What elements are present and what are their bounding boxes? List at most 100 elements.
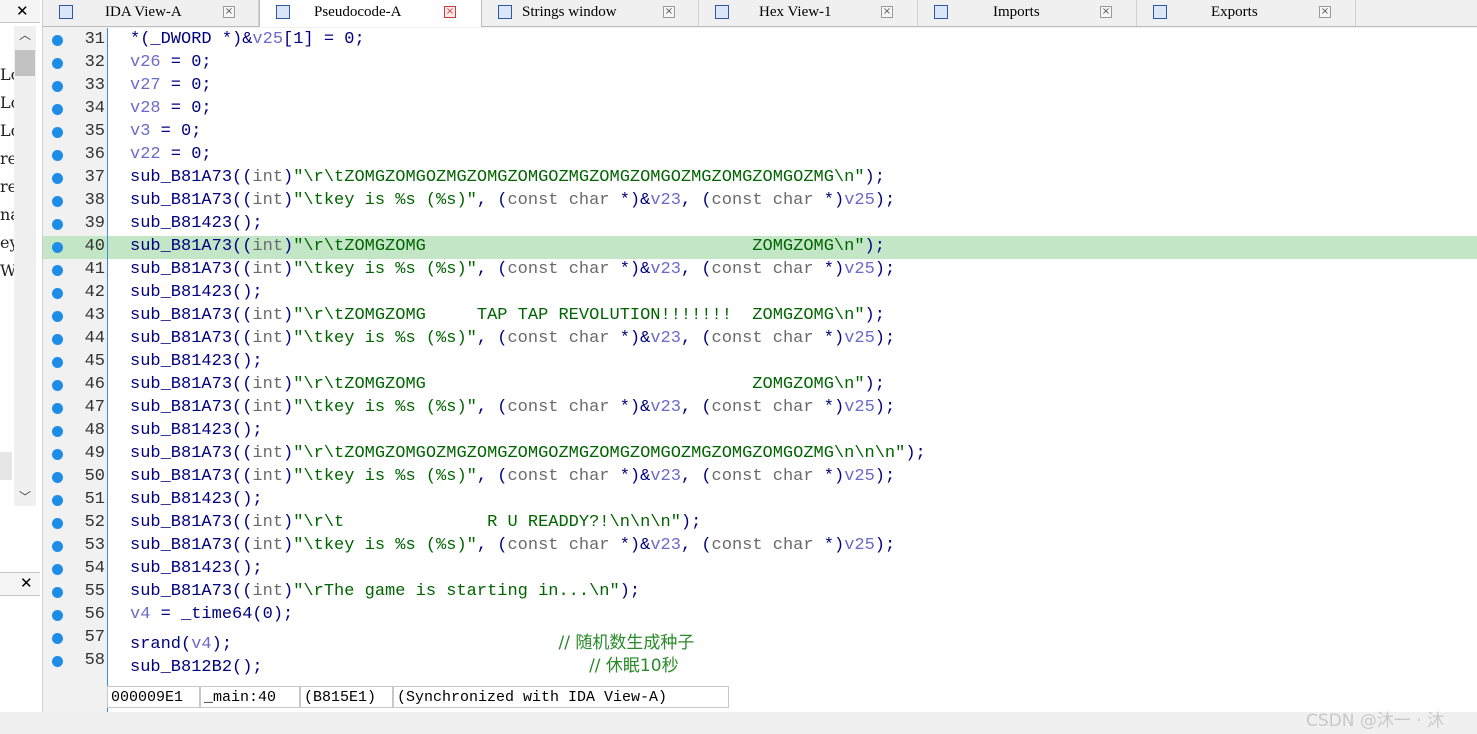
code-line[interactable]: 50 sub_B81A73((int)"\tkey is %s (%s)", (c… xyxy=(43,466,1477,489)
left-panel-item[interactable]: na xyxy=(0,205,14,224)
code-content[interactable]: sub_B81A73((int)"\tkey is %s (%s)", (con… xyxy=(130,398,895,417)
code-content[interactable]: v3 = 0; xyxy=(130,122,201,141)
tab-close-icon[interactable]: × xyxy=(223,6,235,18)
tab-exports[interactable]: Exports × xyxy=(1137,0,1356,26)
breakpoint-dot-icon[interactable] xyxy=(52,127,63,138)
breakpoint-dot-icon[interactable] xyxy=(52,426,63,437)
breakpoint-dot-icon[interactable] xyxy=(52,495,63,506)
breakpoint-dot-icon[interactable] xyxy=(52,150,63,161)
code-content[interactable]: *(_DWORD *)&v25[1] = 0; xyxy=(130,30,365,49)
breakpoint-dot-icon[interactable] xyxy=(52,403,63,414)
code-line[interactable]: 44 sub_B81A73((int)"\tkey is %s (%s)", (c… xyxy=(43,328,1477,351)
tab-imports[interactable]: Imports × xyxy=(918,0,1137,26)
code-content[interactable]: sub_B81A73((int)"\r\tZOMGZOMG ZOMGZOMG\n… xyxy=(130,237,885,256)
code-line[interactable]: 57 srand(v4); // 随机数生成种子 xyxy=(43,627,1477,654)
left-panel-scrollbar[interactable] xyxy=(14,26,36,506)
code-content[interactable]: sub_B812B2(); // 休眠10秒 xyxy=(130,651,679,677)
code-content[interactable]: sub_B81A73((int)"\tkey is %s (%s)", (con… xyxy=(130,260,895,279)
code-content[interactable]: v4 = _time64(0); xyxy=(130,605,293,624)
pseudocode-view[interactable]: 31 *(_DWORD *)&v25[1] = 0; 32 v26 = 0; 33 v27… xyxy=(43,28,1477,712)
left-panel-item[interactable]: re xyxy=(0,149,14,168)
code-content[interactable]: v26 = 0; xyxy=(130,53,212,72)
breakpoint-dot-icon[interactable] xyxy=(52,449,63,460)
close-icon[interactable]: ✕ xyxy=(20,574,33,592)
tab-close-icon[interactable]: × xyxy=(1319,6,1331,18)
chevron-down-icon[interactable]: ﹀ xyxy=(14,488,36,506)
breakpoint-dot-icon[interactable] xyxy=(52,380,63,391)
tab-close-icon[interactable]: × xyxy=(881,6,893,18)
code-line[interactable]: 46 sub_B81A73((int)"\r\tZOMGZOMG ZOMGZOMG… xyxy=(43,374,1477,397)
breakpoint-dot-icon[interactable] xyxy=(52,81,63,92)
code-line[interactable]: 49 sub_B81A73((int)"\r\tZOMGZOMGOZMGZOMGZ… xyxy=(43,443,1477,466)
left-panel-item[interactable]: Wr xyxy=(0,261,14,280)
code-line[interactable]: 41 sub_B81A73((int)"\tkey is %s (%s)", (c… xyxy=(43,259,1477,282)
tab-close-icon[interactable]: × xyxy=(444,6,456,18)
breakpoint-dot-icon[interactable] xyxy=(52,587,63,598)
code-content[interactable]: sub_B81A73((int)"\tkey is %s (%s)", (con… xyxy=(130,191,895,210)
breakpoint-dot-icon[interactable] xyxy=(52,173,63,184)
breakpoint-dot-icon[interactable] xyxy=(52,288,63,299)
breakpoint-dot-icon[interactable] xyxy=(52,334,63,345)
code-line[interactable]: 42 sub_B81423(); xyxy=(43,282,1477,305)
code-line[interactable]: 55 sub_B81A73((int)"\rThe game is startin… xyxy=(43,581,1477,604)
breakpoint-dot-icon[interactable] xyxy=(52,633,63,644)
code-line[interactable]: 39 sub_B81423(); xyxy=(43,213,1477,236)
code-content[interactable]: sub_B81A73((int)"\tkey is %s (%s)", (con… xyxy=(130,467,895,486)
breakpoint-dot-icon[interactable] xyxy=(52,610,63,621)
breakpoint-dot-icon[interactable] xyxy=(52,104,63,115)
code-line[interactable]: 34 v28 = 0; xyxy=(43,98,1477,121)
code-line[interactable]: 45 sub_B81423(); xyxy=(43,351,1477,374)
code-content[interactable]: sub_B81A73((int)"\r\tZOMGZOMG TAP TAP RE… xyxy=(130,306,885,325)
code-content[interactable]: sub_B81423(); xyxy=(130,559,263,578)
tab-pseudocode-a[interactable]: Pseudocode-A × xyxy=(259,0,482,27)
breakpoint-dot-icon[interactable] xyxy=(52,656,63,667)
code-line[interactable]: 47 sub_B81A73((int)"\tkey is %s (%s)", (c… xyxy=(43,397,1477,420)
code-line[interactable]: 32 v26 = 0; xyxy=(43,52,1477,75)
close-icon[interactable]: ✕ xyxy=(16,2,29,20)
breakpoint-dot-icon[interactable] xyxy=(52,196,63,207)
scrollbar-thumb[interactable] xyxy=(15,50,35,76)
left-panel-item[interactable]: Lo xyxy=(0,121,14,140)
code-content[interactable]: v28 = 0; xyxy=(130,99,212,118)
code-content[interactable]: sub_B81423(); xyxy=(130,490,263,509)
breakpoint-dot-icon[interactable] xyxy=(52,564,63,575)
code-line[interactable]: 48 sub_B81423(); xyxy=(43,420,1477,443)
code-line[interactable]: 37 sub_B81A73((int)"\r\tZOMGZOMGOZMGZOMGZ… xyxy=(43,167,1477,190)
code-line[interactable]: 53 sub_B81A73((int)"\tkey is %s (%s)", (c… xyxy=(43,535,1477,558)
code-content[interactable]: sub_B81423(); xyxy=(130,283,263,302)
chevron-up-icon[interactable]: ︿ xyxy=(14,26,36,44)
left-panel-item[interactable]: ey xyxy=(0,233,14,252)
code-content[interactable]: sub_B81423(); xyxy=(130,352,263,371)
breakpoint-dot-icon[interactable] xyxy=(52,219,63,230)
code-content[interactable]: sub_B81423(); xyxy=(130,214,263,233)
breakpoint-dot-icon[interactable] xyxy=(52,35,63,46)
tab-close-icon[interactable]: × xyxy=(663,6,675,18)
code-line[interactable]: 40 sub_B81A73((int)"\r\tZOMGZOMG ZOMGZOMG… xyxy=(43,236,1477,259)
code-line[interactable]: 58 sub_B812B2(); // 休眠10秒 xyxy=(43,650,1477,677)
code-content[interactable]: sub_B81A73((int)"\tkey is %s (%s)", (con… xyxy=(130,536,895,555)
breakpoint-dot-icon[interactable] xyxy=(52,472,63,483)
code-content[interactable]: sub_B81A73((int)"\r\tZOMGZOMGOZMGZOMGZOM… xyxy=(130,444,926,463)
breakpoint-dot-icon[interactable] xyxy=(52,265,63,276)
tab-close-icon[interactable]: × xyxy=(1100,6,1112,18)
code-line[interactable]: 31 *(_DWORD *)&v25[1] = 0; xyxy=(43,29,1477,52)
breakpoint-dot-icon[interactable] xyxy=(52,518,63,529)
breakpoint-dot-icon[interactable] xyxy=(52,58,63,69)
code-content[interactable]: sub_B81A73((int)"\tkey is %s (%s)", (con… xyxy=(130,329,895,348)
code-line[interactable]: 56 v4 = _time64(0); xyxy=(43,604,1477,627)
code-content[interactable]: v22 = 0; xyxy=(130,145,212,164)
left-panel-item[interactable]: Lo xyxy=(0,93,14,112)
code-content[interactable]: sub_B81A73((int)"\rThe game is starting … xyxy=(130,582,640,601)
code-content[interactable]: sub_B81423(); xyxy=(130,421,263,440)
tab-hex-view-1[interactable]: Hex View-1 × xyxy=(699,0,918,26)
left-panel-item[interactable]: Lo xyxy=(0,65,14,84)
code-line[interactable]: 52 sub_B81A73((int)"\r\t R U READDY?!\n\n… xyxy=(43,512,1477,535)
code-content[interactable]: sub_B81A73((int)"\r\tZOMGZOMGOZMGZOMGZOM… xyxy=(130,168,885,187)
code-line[interactable]: 36 v22 = 0; xyxy=(43,144,1477,167)
code-content[interactable]: sub_B81A73((int)"\r\tZOMGZOMG ZOMGZOMG\n… xyxy=(130,375,885,394)
breakpoint-dot-icon[interactable] xyxy=(52,242,63,253)
code-line[interactable]: 33 v27 = 0; xyxy=(43,75,1477,98)
code-line[interactable]: 38 sub_B81A73((int)"\tkey is %s (%s)", (c… xyxy=(43,190,1477,213)
code-line[interactable]: 54 sub_B81423(); xyxy=(43,558,1477,581)
code-content[interactable]: v27 = 0; xyxy=(130,76,212,95)
